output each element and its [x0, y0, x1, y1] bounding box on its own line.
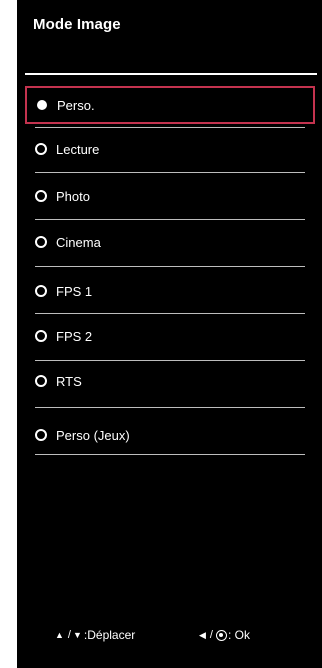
- center-button-icon: [215, 629, 227, 641]
- menu-item-label: Lecture: [56, 141, 100, 157]
- radio-selected-icon: [37, 100, 47, 110]
- ok-hint-label: : Ok: [227, 628, 250, 642]
- hint-separator: /: [209, 629, 213, 641]
- menu-item-label: FPS 2: [56, 328, 93, 344]
- radio-unselected-icon: [35, 429, 47, 441]
- menu-divider: [35, 219, 305, 220]
- menu-divider: [35, 407, 305, 408]
- menu-divider: [35, 313, 305, 314]
- menu-item-label: Perso (Jeux): [56, 427, 130, 443]
- menu-item-fps-1[interactable]: FPS 1: [25, 272, 315, 310]
- radio-unselected-icon: [35, 143, 47, 155]
- menu-item-label: Photo: [56, 188, 90, 204]
- radio-unselected-icon: [35, 236, 47, 248]
- menu-item-label: Cinema: [56, 234, 101, 250]
- menu-item-label: RTS: [56, 373, 82, 389]
- move-hint-label: :Déplacer: [83, 628, 136, 642]
- radio-unselected-icon: [35, 285, 47, 297]
- menu-item-lecture[interactable]: Lecture: [25, 130, 315, 168]
- radio-unselected-icon: [35, 375, 47, 387]
- menu-divider: [35, 172, 305, 173]
- menu-divider: [35, 454, 305, 455]
- down-triangle-icon: ▼: [72, 630, 82, 640]
- hint-separator: /: [67, 629, 71, 641]
- picture-mode-list: Perso. Lecture Photo Cinema FPS 1 FPS 2: [17, 0, 322, 668]
- ok-hint: ◀ / : Ok: [199, 628, 250, 642]
- menu-item-rts[interactable]: RTS: [25, 362, 315, 400]
- up-triangle-icon: ▲: [55, 630, 64, 640]
- radio-unselected-icon: [35, 190, 47, 202]
- osd-menu-panel: Mode Image Perso. Lecture Photo Cinema F…: [17, 0, 322, 668]
- menu-item-perso[interactable]: Perso.: [25, 86, 315, 124]
- menu-item-label: FPS 1: [56, 283, 93, 299]
- move-hint: ▲ / ▼ :Déplacer: [55, 628, 135, 642]
- menu-item-perso-jeux[interactable]: Perso (Jeux): [25, 416, 315, 454]
- menu-item-fps-2[interactable]: FPS 2: [25, 317, 315, 355]
- radio-unselected-icon: [35, 330, 47, 342]
- menu-item-label: Perso.: [57, 97, 95, 113]
- left-triangle-icon: ◀: [199, 629, 206, 640]
- menu-item-cinema[interactable]: Cinema: [25, 223, 315, 261]
- menu-divider: [35, 266, 305, 267]
- menu-divider: [35, 360, 305, 361]
- menu-divider: [35, 127, 305, 128]
- key-hint-bar: ▲ / ▼ :Déplacer ◀ / : Ok: [17, 628, 322, 648]
- menu-item-photo[interactable]: Photo: [25, 177, 315, 215]
